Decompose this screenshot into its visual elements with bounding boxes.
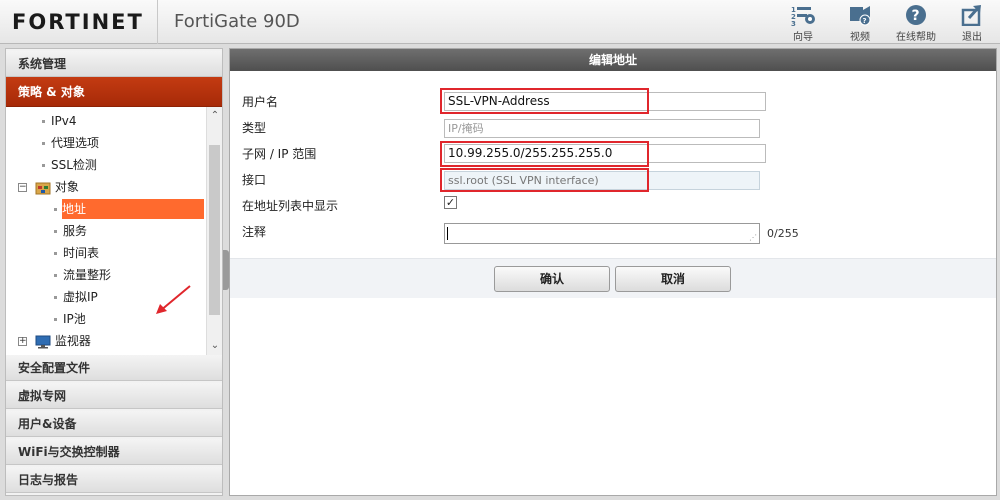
button-bar: 确认 取消 xyxy=(230,258,996,298)
tree-item-virtual-ips[interactable]: 虚拟IP xyxy=(54,287,98,307)
help-button[interactable]: ? 在线帮助 xyxy=(891,4,941,43)
resize-grip-icon[interactable]: ⋰ xyxy=(749,233,757,242)
logout-button[interactable]: 退出 xyxy=(947,4,997,43)
tree-group-monitor[interactable]: + 监视器 xyxy=(18,331,91,351)
cancel-button[interactable]: 取消 xyxy=(615,266,731,292)
tree-item-ssl-inspection[interactable]: SSL检测 xyxy=(42,155,97,175)
subnet-label: 子网 / IP 范围 xyxy=(242,147,317,161)
sidebar: 系统管理 策略 & 对象 IPv4 代理选项 SSL检测 − 对象 地址 服务 … xyxy=(5,48,223,496)
video-label: 视频 xyxy=(850,32,870,43)
svg-text:?: ? xyxy=(912,8,920,24)
bullet-icon xyxy=(54,230,57,233)
bullet-icon xyxy=(54,318,57,321)
highlight-box xyxy=(440,141,649,167)
wizard-icon: 1 2 3 xyxy=(791,6,815,26)
ok-button[interactable]: 确认 xyxy=(494,266,610,292)
interface-label: 接口 xyxy=(242,173,267,187)
fortinet-logo: FORTINET xyxy=(12,9,144,35)
header-divider xyxy=(157,0,158,44)
sidebar-section-wifi-switch[interactable]: WiFi与交换控制器 xyxy=(6,439,222,465)
name-label: 用户名 xyxy=(242,95,279,109)
comment-textarea[interactable]: ⋰ xyxy=(444,223,760,244)
tree-item-services[interactable]: 服务 xyxy=(54,221,87,241)
help-icon: ? xyxy=(906,5,926,25)
sidebar-section-log-report[interactable]: 日志与报告 xyxy=(6,467,222,493)
show-in-list-label: 在地址列表中显示 xyxy=(242,199,339,213)
video-button[interactable]: ? 视频 xyxy=(835,4,885,43)
highlight-box xyxy=(440,168,649,192)
bullet-icon xyxy=(42,120,45,123)
logo-text: FORTINET xyxy=(12,10,144,34)
text-cursor xyxy=(447,227,448,240)
help-label: 在线帮助 xyxy=(896,32,936,43)
video-icon: ? xyxy=(850,6,871,26)
bullet-icon xyxy=(54,208,57,211)
panel-title: 编辑地址 xyxy=(230,49,996,71)
highlight-box xyxy=(440,88,649,114)
sidebar-section-user-device[interactable]: 用户&设备 xyxy=(6,411,222,437)
sidebar-section-system[interactable]: 系统管理 xyxy=(6,51,222,77)
tree-item-traffic-shapers[interactable]: 流量整形 xyxy=(54,265,111,285)
comment-label: 注释 xyxy=(242,225,267,239)
tree-item-schedules[interactable]: 时间表 xyxy=(54,243,99,263)
sidebar-tree: IPv4 代理选项 SSL检测 − 对象 地址 服务 时间表 流量整形 虚拟IP… xyxy=(6,107,222,355)
wizard-label: 向导 xyxy=(793,32,813,43)
bullet-icon xyxy=(54,296,57,299)
tree-group-objects[interactable]: − 对象 xyxy=(18,177,79,197)
bullet-icon xyxy=(54,252,57,255)
tree-item-ipv4[interactable]: IPv4 xyxy=(42,111,77,131)
wizard-button[interactable]: 1 2 3 向导 xyxy=(778,4,828,43)
bullet-icon xyxy=(42,142,45,145)
sidebar-section-policy-objects[interactable]: 策略 & 对象 xyxy=(6,77,222,107)
sidebar-section-security-profiles[interactable]: 安全配置文件 xyxy=(6,355,222,381)
top-header: FORTINET FortiGate 90D 1 2 3 向导 ? 视频 ? 在… xyxy=(0,0,1000,44)
expand-toggle-icon[interactable]: + xyxy=(18,337,27,346)
edit-address-panel: 编辑地址 用户名 SSL-VPN-Address 类型 IP/掩码 子网 / I… xyxy=(229,48,997,496)
comment-counter: 0/255 xyxy=(767,227,799,240)
product-name: FortiGate 90D xyxy=(174,11,300,32)
objects-folder-icon xyxy=(35,182,51,194)
bullet-icon xyxy=(42,164,45,167)
scrollbar-thumb[interactable] xyxy=(209,145,220,315)
annotation-arrow xyxy=(156,285,191,314)
tree-item-proxy-options[interactable]: 代理选项 xyxy=(42,133,99,153)
collapse-toggle-icon[interactable]: − xyxy=(18,183,27,192)
logout-icon xyxy=(961,5,981,26)
bullet-icon xyxy=(54,274,57,277)
sidebar-scrollbar[interactable]: ⌃ ⌄ xyxy=(206,107,222,355)
show-in-list-checkbox[interactable]: ✓ xyxy=(444,196,457,209)
logout-label: 退出 xyxy=(962,32,982,43)
svg-text:?: ? xyxy=(863,17,867,25)
monitor-icon xyxy=(35,335,51,348)
type-label: 类型 xyxy=(242,121,267,135)
tree-item-ip-pools[interactable]: IP池 xyxy=(54,309,86,329)
scroll-down-icon[interactable]: ⌄ xyxy=(207,339,223,353)
svg-text:3: 3 xyxy=(791,20,796,26)
tree-item-address[interactable]: 地址 xyxy=(62,199,204,219)
sidebar-section-vpn[interactable]: 虚拟专网 xyxy=(6,383,222,409)
type-select[interactable]: IP/掩码 xyxy=(444,119,760,138)
scroll-up-icon[interactable]: ⌃ xyxy=(207,109,223,123)
